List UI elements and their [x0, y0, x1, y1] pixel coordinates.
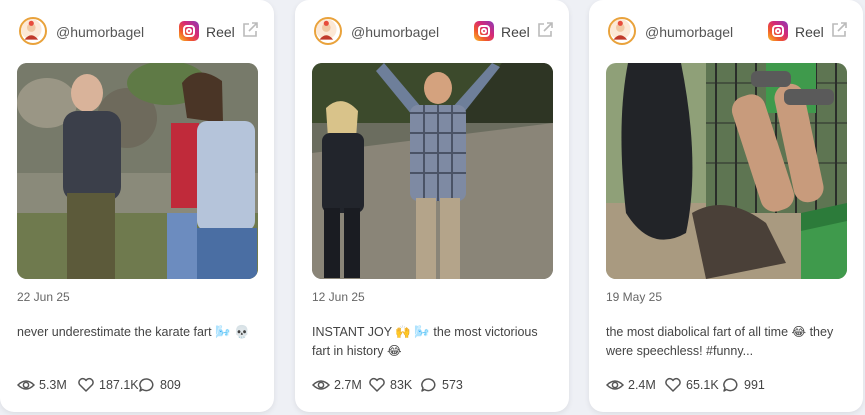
comments-stat: 809	[138, 377, 181, 393]
instagram-icon	[179, 21, 199, 41]
account-handle[interactable]: @humorbagel	[645, 24, 733, 40]
card-header: @humorbagel Reel	[606, 17, 848, 47]
heart-icon	[665, 377, 681, 392]
views-count: 5.3M	[39, 378, 67, 392]
views-count: 2.4M	[628, 378, 656, 392]
views-count: 2.7M	[334, 378, 362, 392]
likes-count: 83K	[390, 378, 413, 392]
avatar[interactable]	[19, 17, 47, 45]
comment-icon	[421, 378, 436, 392]
post-card[interactable]: @humorbagel Reel 19 May 25 the most diab…	[589, 0, 863, 412]
external-link-icon[interactable]	[830, 21, 848, 39]
instagram-icon	[768, 21, 788, 41]
video-thumbnail[interactable]	[312, 63, 553, 279]
likes-count: 65.1K	[686, 378, 719, 392]
external-link-icon[interactable]	[536, 21, 554, 39]
comments-count: 809	[160, 378, 181, 392]
post-type-label: Reel	[501, 24, 530, 40]
account-handle[interactable]: @humorbagel	[351, 24, 439, 40]
comment-icon	[723, 378, 738, 392]
account-handle[interactable]: @humorbagel	[56, 24, 144, 40]
video-thumbnail[interactable]	[17, 63, 258, 279]
post-card[interactable]: @humorbagel Reel 22 Jun 25 never underes…	[0, 0, 274, 412]
external-link-icon[interactable]	[241, 21, 259, 39]
card-header: @humorbagel Reel	[312, 17, 554, 47]
post-date: 22 Jun 25	[17, 290, 70, 304]
comments-count: 573	[442, 378, 463, 392]
post-card[interactable]: @humorbagel Reel 12 Jun 25 INSTANT JOY 🙌…	[295, 0, 569, 412]
heart-icon	[369, 377, 385, 392]
comments-stat: 991	[722, 377, 765, 393]
likes-stat: 83K	[368, 377, 412, 393]
post-type-label: Reel	[206, 24, 235, 40]
views-stat: 5.3M	[17, 377, 67, 393]
instagram-icon	[474, 21, 494, 41]
comment-icon	[139, 378, 154, 392]
likes-stat: 187.1K	[77, 377, 139, 393]
post-stats: 5.3M 187.1K 809	[17, 377, 264, 395]
views-stat: 2.4M	[606, 377, 656, 393]
post-caption: INSTANT JOY 🙌 🌬️ the most victorious far…	[312, 325, 538, 358]
post-caption: the most diabolical fart of all time 😂 t…	[606, 325, 834, 358]
avatar[interactable]	[608, 17, 636, 45]
comments-stat: 573	[420, 377, 463, 393]
card-header: @humorbagel Reel	[17, 17, 259, 47]
likes-stat: 65.1K	[664, 377, 719, 393]
avatar[interactable]	[314, 17, 342, 45]
eye-icon	[312, 380, 330, 390]
post-type-label: Reel	[795, 24, 824, 40]
post-caption: never underestimate the karate fart 🌬️ 💀	[17, 325, 250, 339]
heart-icon	[78, 377, 94, 392]
video-thumbnail[interactable]	[606, 63, 847, 279]
eye-icon	[17, 380, 35, 390]
eye-icon	[606, 380, 624, 390]
post-date: 19 May 25	[606, 290, 663, 304]
views-stat: 2.7M	[312, 377, 362, 393]
likes-count: 187.1K	[99, 378, 139, 392]
post-date: 12 Jun 25	[312, 290, 365, 304]
post-stats: 2.7M 83K 573	[312, 377, 559, 395]
post-stats: 2.4M 65.1K 991	[606, 377, 853, 395]
comments-count: 991	[744, 378, 765, 392]
